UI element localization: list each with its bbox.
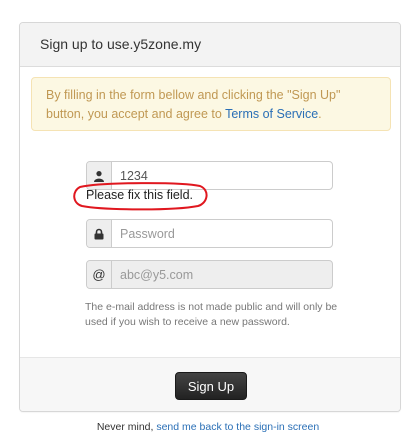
notice-text-end: .: [318, 107, 322, 121]
password-field-group: [86, 219, 333, 248]
lock-icon: [87, 220, 112, 247]
email-input: [112, 261, 332, 288]
back-to-signin-text: Never mind,: [96, 421, 157, 433]
sign-up-button[interactable]: Sign Up: [175, 372, 247, 400]
error-message: Please fix this field.: [86, 188, 193, 202]
email-field-group: @: [86, 260, 333, 289]
back-to-signin-link[interactable]: send me back to the sign-in screen: [156, 421, 319, 433]
terms-of-service-link[interactable]: Terms of Service: [225, 107, 318, 121]
signup-panel: Sign up to use.y5zone.my By filling in t…: [19, 22, 401, 412]
password-input[interactable]: [112, 220, 332, 247]
username-error: Please fix this field.: [72, 181, 208, 211]
terms-notice: By filling in the form bellow and clicki…: [31, 77, 391, 131]
back-to-signin: Never mind, send me back to the sign-in …: [0, 421, 416, 433]
panel-title: Sign up to use.y5zone.my: [20, 23, 400, 67]
email-help-text: The e-mail address is not made public an…: [85, 301, 338, 328]
at-icon: @: [87, 261, 112, 288]
